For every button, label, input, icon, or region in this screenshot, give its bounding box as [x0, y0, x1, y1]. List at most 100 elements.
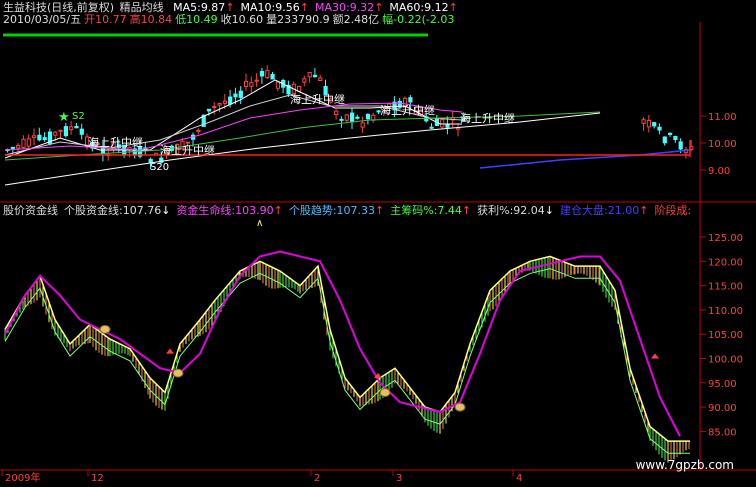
candlestick	[318, 74, 323, 82]
candlestick	[657, 123, 662, 135]
candle-body	[53, 131, 58, 136]
candle-body	[244, 80, 249, 87]
candle-body	[302, 78, 307, 83]
candle-body	[16, 144, 21, 149]
candlestick	[350, 108, 355, 130]
candle-body	[206, 108, 212, 112]
candle-body	[662, 136, 667, 144]
candlestick	[69, 120, 74, 135]
candlestick	[212, 102, 217, 115]
s20-label: S20	[150, 162, 169, 173]
s2-label: S2	[72, 111, 85, 122]
candle-body	[37, 134, 42, 141]
candle-body	[673, 135, 678, 140]
indicator-axis-label: 90.00	[708, 403, 737, 414]
candle-body	[233, 93, 238, 98]
candle-body	[668, 132, 673, 135]
candlestick	[79, 123, 84, 140]
candlestick	[238, 86, 243, 105]
candlestick	[26, 134, 31, 150]
candlestick	[265, 65, 270, 79]
candlestick	[371, 112, 376, 123]
star-icon: ★	[58, 110, 70, 125]
candlestick	[662, 136, 667, 146]
time-axis-label: 4	[516, 473, 522, 484]
candle-body	[32, 135, 37, 139]
candlestick	[249, 76, 254, 93]
indicator-axis-label: 85.00	[708, 427, 737, 438]
indicator-axis-label: 105.00	[708, 330, 743, 341]
candle-body	[58, 129, 63, 132]
time-axis-label: 3	[396, 473, 402, 484]
candlestick	[673, 135, 678, 143]
candle-body	[312, 74, 318, 78]
life-line	[4, 250, 681, 437]
candle-body	[355, 116, 360, 119]
candle-body	[238, 90, 243, 98]
small-marker: ∧	[256, 218, 263, 229]
candlestick	[74, 122, 79, 129]
candle-body	[657, 126, 662, 131]
candlestick	[10, 146, 16, 156]
indicator-axis-label: 95.00	[708, 379, 737, 390]
candle-body	[297, 85, 302, 92]
candle-body	[641, 119, 646, 124]
candlestick	[334, 109, 339, 120]
candlestick	[270, 71, 275, 80]
price-axis-label: 10.00	[708, 139, 737, 150]
candle-body	[652, 122, 657, 127]
candle-body	[217, 103, 222, 106]
candle-body	[440, 119, 445, 128]
pattern-tag: 海上升中继	[380, 103, 435, 117]
coin-marker-icon	[99, 324, 111, 334]
candlestick	[312, 68, 318, 78]
candle-body	[678, 141, 683, 150]
indicator-axis-label: 115.00	[708, 282, 743, 293]
candle-body	[196, 129, 201, 133]
candle-body	[222, 100, 228, 104]
up-arrow-icon	[166, 348, 174, 354]
candle-body	[344, 114, 349, 121]
candlestick	[217, 102, 222, 113]
watermark: www.7gpzb.com	[635, 458, 734, 472]
candlestick	[434, 114, 439, 126]
candlestick	[355, 114, 360, 120]
candle-body	[307, 72, 312, 78]
candlestick	[244, 73, 249, 91]
candle-body	[63, 126, 69, 137]
coin-marker-icon	[172, 368, 184, 378]
candle-body	[254, 79, 259, 82]
candlestick	[302, 75, 307, 87]
candlestick	[275, 81, 280, 92]
candlestick	[641, 117, 646, 131]
indicator-axis-label: 110.00	[708, 306, 743, 317]
candlestick	[456, 123, 461, 137]
candle-body	[21, 138, 26, 148]
pattern-tag: 海上升中继	[160, 143, 215, 157]
pattern-tag: 海上升中继	[460, 111, 515, 125]
candlestick	[47, 128, 53, 146]
candle-body	[10, 146, 16, 149]
coin-marker-icon	[379, 388, 391, 398]
candle-body	[429, 126, 434, 129]
candlestick	[360, 116, 365, 133]
time-axis-label: 2009年	[5, 471, 40, 484]
blue-ma-line	[479, 149, 691, 169]
candlestick	[281, 78, 286, 94]
candlestick	[63, 122, 69, 138]
candlestick	[652, 121, 657, 129]
pattern-tag: 海上升中继	[88, 135, 143, 149]
candle-body	[646, 119, 651, 128]
indicator-axis-label: 100.00	[708, 355, 743, 366]
candle-body	[318, 77, 323, 82]
stock-chart[interactable]: 11.00 10.00 9.00 125.00 120.00 115.00 110.00 10…	[0, 0, 756, 487]
candle-body	[365, 113, 371, 120]
time-axis-label: 2	[314, 473, 320, 484]
coin-marker-icon	[454, 402, 466, 412]
candle-body	[334, 110, 339, 116]
time-axis-label: 12	[91, 473, 104, 484]
candle-body	[42, 137, 47, 140]
candlestick	[32, 128, 37, 146]
fund-hatch	[4, 256, 690, 463]
candle-body	[265, 70, 270, 79]
